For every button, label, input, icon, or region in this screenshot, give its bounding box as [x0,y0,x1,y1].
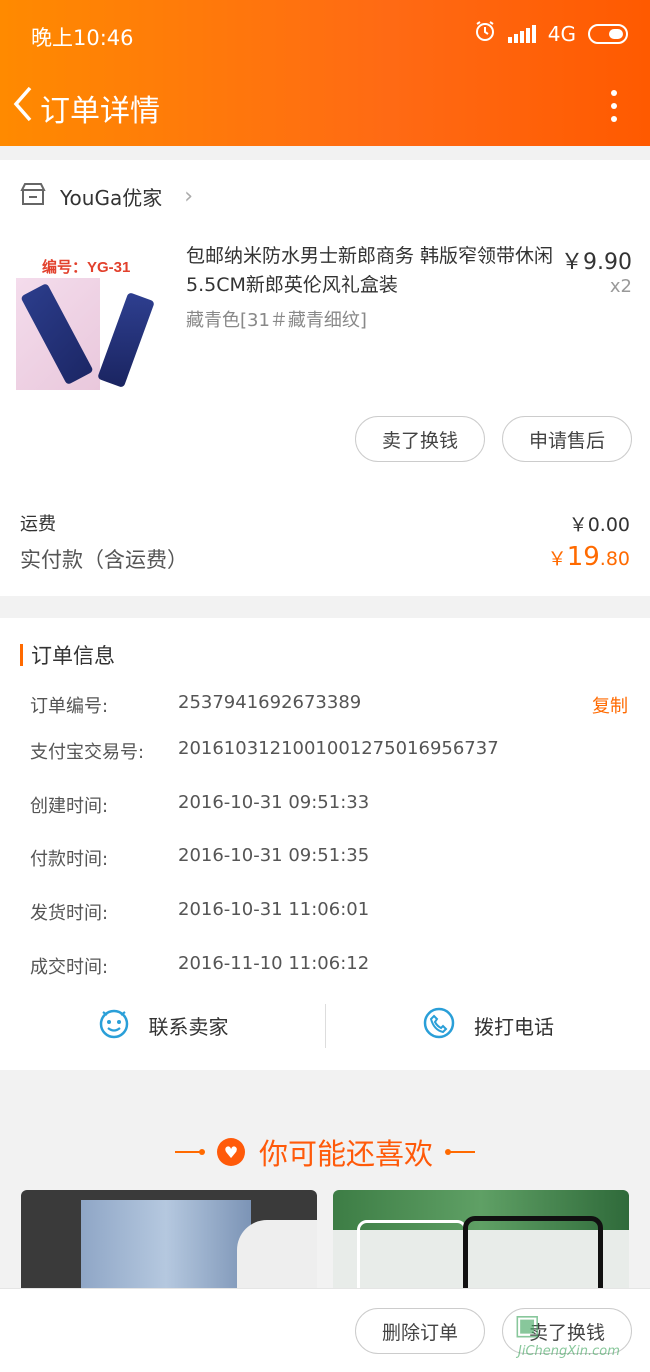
watermark-site: JiChengXin.com [518,1344,620,1359]
product-spec: 藏青色[31＃藏青细纹] [186,310,367,331]
chevron-right-icon: › [184,183,194,209]
alarm-icon [474,20,496,47]
paid-total-label: 实付款（含运费） [20,548,188,572]
paid-decimal: .80 [599,548,630,570]
order-number-label: 订单编号: [30,696,109,717]
shop-name: YouGa优家 [60,185,163,210]
created-time-label: 创建时间: [30,796,109,817]
paid-total-value: ￥19.80 [548,542,630,572]
store-icon [20,182,46,210]
product-image[interactable]: 编号：YG-31 [16,250,166,390]
product-title[interactable]: 包邮纳米防水男士新郎商务 韩版窄领带休闲5.5CM新郎英伦风礼盒装 [186,242,556,300]
nav-bar: 订单详情 [0,78,650,134]
shipping-label: 运费 [20,514,56,535]
after-sale-button[interactable]: 申请售后 [502,416,632,462]
order-item-card: YouGa优家 › 编号：YG-31 包邮纳米防水男士新郎商务 韩版窄领带休闲5… [0,160,650,596]
call-phone-button[interactable]: 拨打电话 [326,998,650,1052]
product-code-label: 编号：YG-31 [42,259,131,276]
status-icons: 4G [474,20,628,47]
recommend-title: 你可能还喜欢 [258,1137,433,1171]
watermark-glyph-icon: ▣ [514,1308,541,1341]
recommend-heading: ♥ 你可能还喜欢 [0,1124,650,1180]
contact-bar: 联系卖家 拨打电话 [0,998,650,1052]
alipay-trade-value: 2016103121001001275016956737 [178,738,499,759]
watermark-logo: ▣ JiChengXin.com [514,1308,644,1366]
sell-for-cash-button[interactable]: 卖了换钱 [355,416,485,462]
contact-seller-button[interactable]: 联系卖家 [0,998,325,1052]
order-info-card: 订单信息 复制 订单编号: 2537941692673389 支付宝交易号: 2… [0,618,650,1070]
created-time-value: 2016-10-31 09:51:33 [178,792,370,813]
call-phone-label: 拨打电话 [474,1014,554,1039]
chat-face-icon [97,1006,131,1045]
contact-seller-label: 联系卖家 [148,1014,229,1039]
status-time: 晚上10:46 [31,26,134,50]
product-quantity: x2 [609,276,632,297]
page-title: 订单详情 [40,94,160,129]
order-number-value: 2537941692673389 [178,692,362,713]
network-label: 4G [547,21,576,46]
shop-link[interactable]: YouGa优家 › [20,180,193,212]
recommend-item-screen-protector[interactable] [333,1190,629,1290]
delete-order-button[interactable]: 删除订单 [355,1308,485,1354]
recommend-item-jeans[interactable] [21,1190,317,1290]
signal-icon [507,24,536,43]
alipay-trade-label: 支付宝交易号: [30,742,145,763]
shipped-time-label: 发货时间: [30,903,109,924]
phone-icon [422,1006,456,1045]
header-bar: 晚上10:46 4G 订单详情 [0,0,650,146]
product-price: ￥9.90 [561,250,632,275]
paid-time-label: 付款时间: [30,849,109,870]
shipped-time-value: 2016-10-31 11:06:01 [178,899,370,920]
bottom-action-bar: 删除订单 卖了换钱 ▣ JiChengXin.com [0,1288,650,1372]
status-bar: 晚上10:46 4G [0,0,650,70]
shipping-value: ￥0.00 [568,514,630,536]
order-info-heading: 订单信息 [20,640,115,670]
heart-icon: ♥ [216,1138,245,1166]
paid-time-value: 2016-10-31 09:51:35 [178,845,370,866]
back-arrow-icon[interactable] [10,84,38,124]
order-info-title: 订单信息 [31,644,115,668]
more-menu-icon[interactable] [608,90,620,122]
paid-currency: ￥ [547,548,567,570]
completed-time-label: 成交时间: [30,957,109,978]
copy-order-number-button[interactable]: 复制 [592,692,628,718]
battery-icon [588,23,628,44]
paid-integer: 19 [566,542,600,572]
completed-time-value: 2016-11-10 11:06:12 [178,953,370,974]
